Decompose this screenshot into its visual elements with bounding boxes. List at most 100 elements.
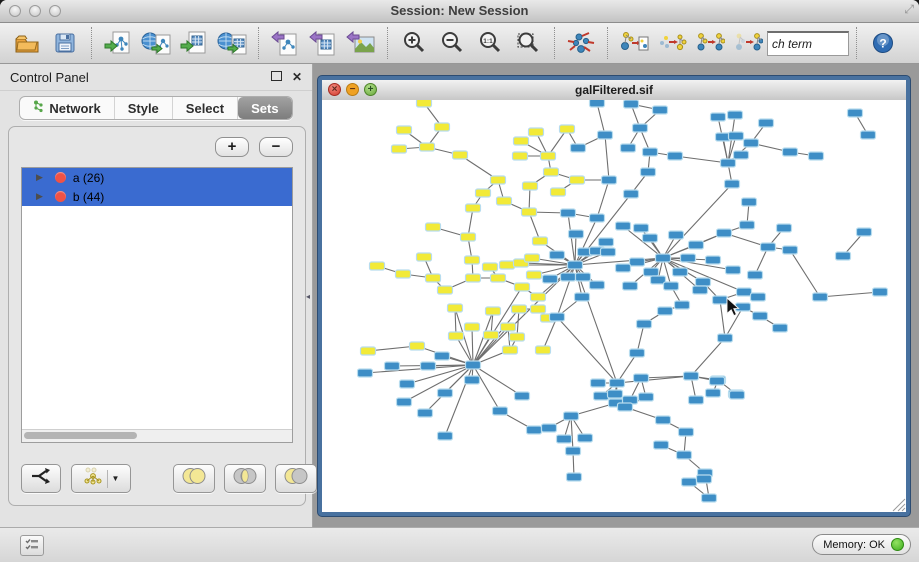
network-window-titlebar[interactable]: × − + galFiltered.sif [322,80,906,101]
intersection-button[interactable] [224,464,266,493]
mouse-cursor-icon [727,298,739,316]
network-graph-svg [322,100,906,512]
union-button[interactable] [173,464,215,493]
network-tree-icon [33,100,44,116]
toolbar-separator [856,27,857,59]
float-panel-icon[interactable] [271,71,282,83]
task-list-icon [25,537,39,555]
save-session-button[interactable] [46,26,84,60]
set-color-icon [55,191,66,202]
network-canvas[interactable] [322,100,906,512]
network-view-window[interactable]: × − + galFiltered.sif [318,76,910,516]
tab-style[interactable]: Style [115,97,173,119]
create-set-from-network-button[interactable]: ▼ [71,464,131,493]
import-network-file-icon [103,29,133,57]
new-network-from-selection-button[interactable] [615,26,653,60]
zoom-in-button[interactable] [395,26,433,60]
tab-network[interactable]: Network [20,97,114,119]
zoom-out-icon [439,30,465,56]
export-table-icon [308,29,338,57]
automation-panel-button[interactable] [20,535,44,556]
set-color-icon [55,172,66,183]
export-table-button[interactable] [304,26,342,60]
zoom-fit-icon: 1:1 [477,30,503,56]
sets-list: ▶ a (26) ▶ b (44) [21,167,293,443]
import-network-file-button[interactable] [99,26,137,60]
sets-action-buttons: ▼ [21,464,326,493]
memory-ok-icon [891,538,904,551]
help-icon: ? [872,32,894,54]
toolbar-separator [554,27,555,59]
folder-icon [13,31,41,55]
scrollbar-thumb[interactable] [24,432,137,439]
import-network-url-icon [140,29,172,57]
yellow-network-icon [83,467,103,490]
disclosure-triangle-icon[interactable]: ▶ [36,191,43,202]
export-image-icon [346,29,376,57]
split-arrows-icon [30,467,52,490]
select-first-neighbors-icon [657,29,687,57]
zoom-out-button[interactable] [433,26,471,60]
sets-panel: + − ▶ a (26) ▶ b (44) [8,126,306,506]
control-panel-title: Control Panel [10,70,89,85]
close-panel-icon[interactable]: ✕ [292,71,302,83]
main-toolbar: 1:1 ? [0,23,919,64]
title-bar: Session: New Session ⤢ [0,0,919,23]
toolbar-separator [258,27,259,59]
memory-status-button[interactable]: Memory: OK [812,534,911,555]
set-name: b (44) [73,190,104,204]
zoom-fit-button[interactable]: 1:1 [471,26,509,60]
button-divider [107,470,108,488]
toolbar-separator [387,27,388,59]
remove-set-button[interactable]: − [259,137,293,157]
svg-text:1:1: 1:1 [483,38,493,45]
export-image-button[interactable] [342,26,380,60]
status-bar: Memory: OK [0,527,919,562]
app-window: Session: New Session ⤢ [0,0,919,562]
apply-layout-icon [566,29,596,57]
toolbar-separator [607,27,608,59]
import-network-url-button[interactable] [137,26,175,60]
workspace: Control Panel ✕ Network Style Select Set… [0,64,919,528]
network-window-title: galFiltered.sif [322,83,906,97]
venn-difference-icon [283,467,309,490]
apply-layout-button[interactable] [562,26,600,60]
svg-text:?: ? [879,37,886,51]
fullscreen-icon[interactable]: ⤢ [904,2,914,17]
chevron-down-icon[interactable]: ▼ [112,474,120,483]
expand-network-icon [695,29,725,57]
open-file-button[interactable] [8,26,46,60]
graph-layer [358,100,888,502]
memory-status-label: Memory: OK [823,539,885,551]
help-button[interactable]: ? [864,26,902,60]
control-panel-header: Control Panel ✕ [0,64,312,91]
list-item-set-b[interactable]: ▶ b (44) [22,187,292,206]
tab-select[interactable]: Select [173,97,238,119]
control-panel: Control Panel ✕ Network Style Select Set… [0,64,313,528]
add-set-button[interactable]: + [215,137,249,157]
list-item-set-a[interactable]: ▶ a (26) [22,168,292,187]
collapse-panel-icon[interactable]: ◂ [306,292,310,301]
resize-grip-icon [893,499,905,511]
zoom-in-icon [401,30,427,56]
import-table-url-button[interactable] [213,26,251,60]
export-network-button[interactable] [266,26,304,60]
select-first-neighbors-button[interactable] [653,26,691,60]
import-table-file-button[interactable] [175,26,213,60]
set-name: a (26) [73,171,104,185]
show-all-button[interactable] [729,26,767,60]
import-table-url-icon [216,29,248,57]
floppy-disk-icon [53,31,77,55]
split-set-button[interactable] [21,464,61,493]
expand-network-button[interactable] [691,26,729,60]
zoom-selected-button[interactable] [509,26,547,60]
horizontal-scrollbar[interactable] [22,429,292,442]
difference-button[interactable] [275,464,317,493]
venn-intersection-icon [232,467,258,490]
tab-sets[interactable]: Sets [238,97,291,119]
window-title: Session: New Session [0,3,919,18]
import-table-file-icon [179,29,209,57]
export-network-icon [270,29,300,57]
search-input[interactable] [767,31,849,56]
disclosure-triangle-icon[interactable]: ▶ [36,172,43,183]
